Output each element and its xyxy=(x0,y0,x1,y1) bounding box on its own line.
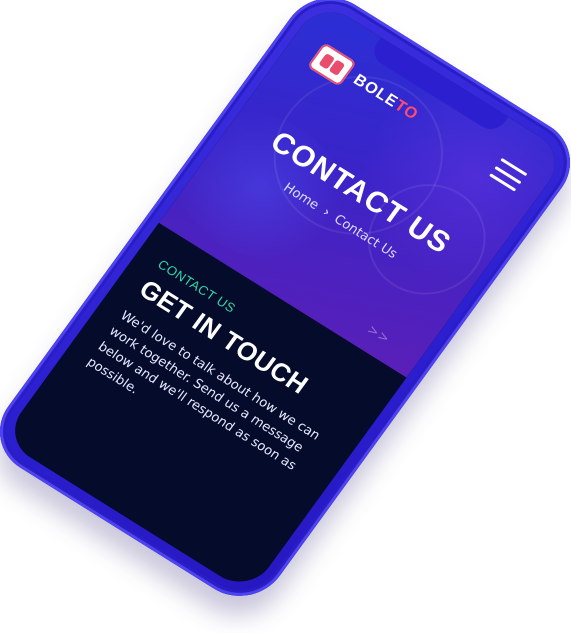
boleto-ticket-logo-icon xyxy=(306,42,357,87)
decor-arrows: >> xyxy=(363,322,394,348)
phone-device: BOLETO CONTACT US Home › Contact Us >> C… xyxy=(0,0,571,633)
breadcrumb-separator-icon: › xyxy=(319,205,333,220)
